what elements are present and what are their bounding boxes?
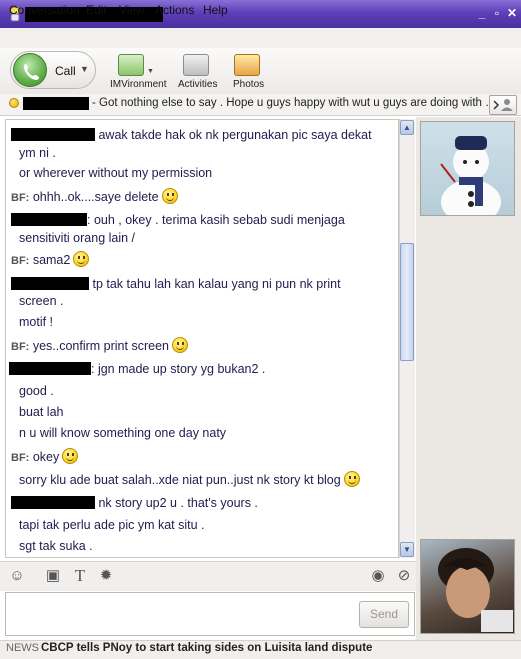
phone-icon [13, 53, 47, 87]
scroll-down-icon[interactable]: ▼ [400, 542, 414, 557]
message-line: BF: sama2 [11, 251, 90, 267]
text-format-icon[interactable]: T [70, 567, 90, 585]
activities-label[interactable]: Activities [178, 79, 217, 90]
contact-avatar[interactable] [420, 121, 515, 216]
message-line: BF: okey [11, 448, 79, 464]
smiley-icon [73, 251, 90, 267]
message-line: tapi tak perlu ade pic ym kat situ . [19, 518, 205, 532]
imvironment-chevron-icon[interactable]: ▼ [147, 68, 154, 75]
imvironment-icon[interactable] [118, 54, 144, 76]
nudge-icon[interactable]: ▣ [43, 567, 63, 585]
message-line: sorry klu ade buat salah..xde niat pun..… [19, 471, 360, 487]
sender-redacted [9, 362, 91, 375]
sender-redacted [11, 128, 95, 141]
news-headline-link[interactable]: CBCP tells PNoy to start taking sides on… [41, 642, 372, 654]
send-button[interactable]: Send [359, 601, 409, 628]
my-avatar[interactable] [420, 539, 515, 634]
message-line: motif ! [19, 315, 54, 329]
scrollbar-thumb[interactable] [400, 243, 414, 361]
message-line: awak takde hak ok nk pergunakan pic saya… [11, 128, 372, 142]
chat-history[interactable]: awak takde hak ok nk pergunakan pic saya… [5, 119, 399, 558]
menu-view[interactable]: View [119, 3, 145, 17]
smiley-icon [343, 471, 360, 487]
attach-icon[interactable]: ⊘ [394, 567, 414, 585]
sender-redacted [11, 277, 89, 290]
status-message: - Got nothing else to say . Hope u guys … [92, 97, 488, 109]
message-line: n u will know something one day naty [19, 426, 227, 440]
message-line: or wherever without my permission [19, 166, 213, 180]
call-label[interactable]: Call [55, 64, 76, 78]
message-line: good . [19, 384, 54, 398]
scroll-up-icon[interactable]: ▲ [400, 120, 414, 135]
smiley-icon [171, 337, 188, 353]
photos-label[interactable]: Photos [233, 79, 264, 90]
message-line: tp tak tahu lah kan kalau yang ni pun nk… [11, 277, 341, 291]
smiley-icon[interactable]: ☺ [7, 567, 27, 585]
smiley-icon [62, 448, 79, 464]
message-line: BF: ohhh..ok....saye delete [11, 188, 178, 204]
message-line: BF: yes..confirm print screen [11, 337, 188, 353]
imvironment-label[interactable]: IMVironment [110, 79, 167, 90]
menu-conversation[interactable]: Conversation [9, 3, 80, 17]
menu-edit[interactable]: Edit [86, 3, 107, 17]
sender-redacted [11, 213, 87, 226]
contact-panel-toggle-button[interactable] [489, 95, 517, 115]
smiley-icon [161, 188, 178, 204]
message-line: nk story up2 u . that's yours . [11, 496, 258, 510]
settings-icon[interactable]: ✹ [96, 567, 116, 585]
message-line: buat lah [19, 405, 64, 419]
maximize-button[interactable]: ▫ [490, 6, 504, 20]
menu-bar [0, 28, 521, 48]
message-line: : ouh , okey . terima kasih sebab sudi m… [11, 213, 345, 227]
message-line: sgt tak suka . [19, 539, 93, 553]
message-line: screen . [19, 294, 64, 308]
close-button[interactable]: ✕ [505, 6, 519, 20]
minimize-button[interactable]: _ [475, 6, 489, 20]
activities-icon[interactable] [183, 54, 209, 76]
webcam-icon[interactable]: ◉ [368, 567, 388, 585]
menu-actions[interactable]: Actions [155, 3, 194, 17]
message-line: ym ni . [19, 146, 56, 160]
menu-help[interactable]: Help [203, 3, 228, 17]
contact-name-redacted [23, 97, 89, 110]
sender-redacted [11, 496, 95, 509]
message-line: : jgn made up story yg bukan2 . [9, 362, 265, 376]
message-line: sensitiviti orang lain / [19, 231, 136, 245]
photos-icon[interactable] [234, 54, 260, 76]
status-icon [9, 98, 19, 108]
news-tag: NEWS [6, 642, 39, 654]
message-input[interactable] [5, 592, 415, 636]
chevron-down-icon[interactable]: ▼ [80, 64, 89, 74]
